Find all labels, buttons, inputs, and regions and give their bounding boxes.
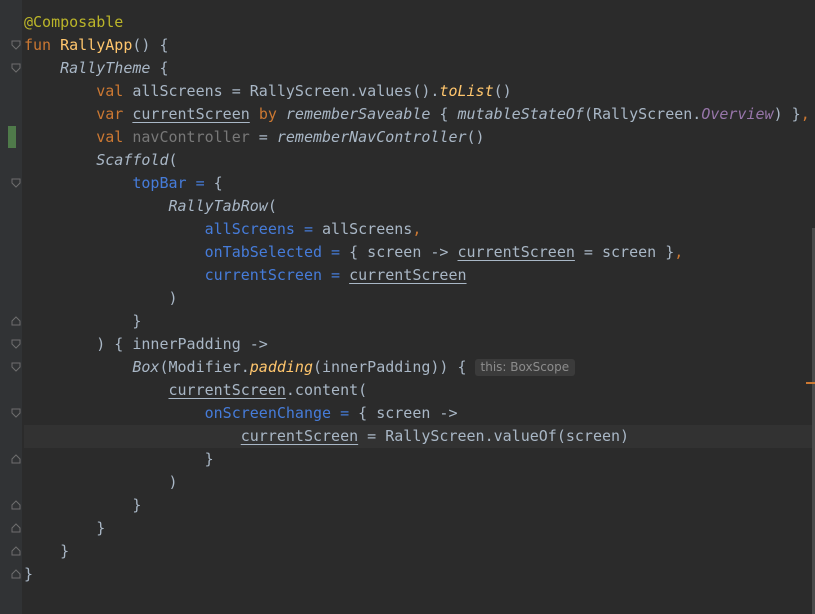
- fold-marker-icon[interactable]: [11, 523, 21, 533]
- fold-marker-icon[interactable]: [11, 40, 21, 50]
- code-line: onScreenChange = { screen ->: [204, 404, 458, 422]
- fold-marker-icon[interactable]: [11, 454, 21, 464]
- fold-marker-icon[interactable]: [11, 408, 21, 418]
- code-line: allScreens = allScreens,: [204, 220, 422, 238]
- code-line: var currentScreen by rememberSaveable { …: [96, 105, 810, 123]
- annotation-composable: @Composable: [24, 13, 124, 31]
- fold-marker-icon[interactable]: [11, 500, 21, 510]
- code-line: }: [24, 542, 70, 560]
- code-line: currentScreen = currentScreen: [204, 266, 467, 284]
- code-line: topBar = {: [132, 174, 223, 192]
- function-name: RallyApp: [60, 36, 133, 54]
- code-line: ): [24, 289, 178, 307]
- code-line: val allScreens = RallyScreen.values().to…: [96, 82, 512, 100]
- inlay-hint: this: BoxScope: [474, 359, 576, 376]
- code-line: }: [24, 312, 142, 330]
- code-line: @Composable: [24, 11, 815, 34]
- fold-marker-icon[interactable]: [11, 178, 21, 188]
- code-area[interactable]: @Composable fun RallyApp() { RallyTheme …: [24, 11, 815, 586]
- fold-marker-icon[interactable]: [11, 569, 21, 579]
- fold-marker-icon[interactable]: [11, 63, 21, 73]
- fold-marker-icon[interactable]: [11, 316, 21, 326]
- code-line: }: [24, 450, 214, 468]
- code-line: ): [24, 473, 178, 491]
- code-line: }: [24, 519, 106, 537]
- code-line: currentScreen.content(: [168, 381, 368, 399]
- code-line: Box(Modifier.padding(innerPadding)) {thi…: [24, 356, 815, 379]
- code-line: }: [24, 496, 142, 514]
- code-line: }: [24, 565, 34, 583]
- code-editor[interactable]: @Composable fun RallyApp() { RallyTheme …: [0, 0, 815, 614]
- code-line: fun RallyApp() {: [24, 36, 169, 54]
- code-line: RallyTheme {: [60, 59, 169, 77]
- vcs-change-marker[interactable]: [8, 126, 16, 148]
- code-line: Scaffold(: [96, 151, 178, 169]
- fold-marker-icon[interactable]: [11, 546, 21, 556]
- fold-marker-icon[interactable]: [11, 362, 21, 372]
- editor-gutter[interactable]: [0, 0, 22, 614]
- error-stripe-mark[interactable]: [806, 382, 815, 384]
- code-line: onTabSelected = { screen -> currentScree…: [204, 243, 684, 261]
- current-code-line[interactable]: currentScreen = RallyScreen.valueOf(scre…: [24, 425, 815, 448]
- code-line: val navController = rememberNavControlle…: [96, 128, 485, 146]
- code-line: ) { innerPadding ->: [24, 335, 268, 353]
- code-line: RallyTabRow(: [168, 197, 277, 215]
- fold-marker-icon[interactable]: [11, 339, 21, 349]
